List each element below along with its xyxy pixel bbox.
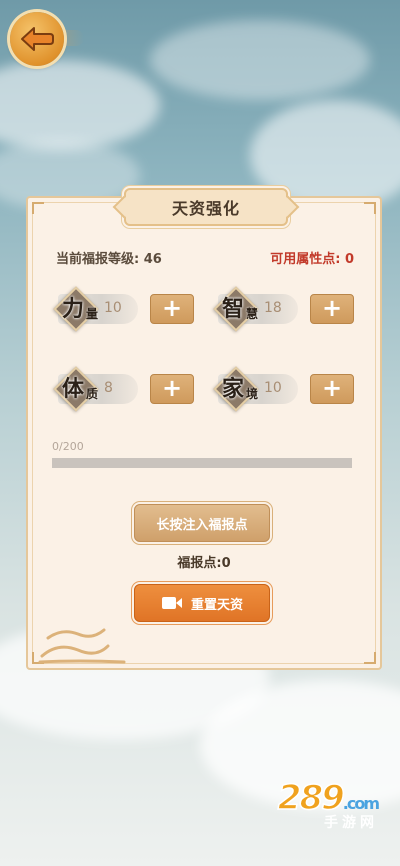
video-icon (161, 597, 182, 609)
corner-ornament (364, 202, 376, 214)
plus-icon: + (161, 294, 183, 322)
talent-panel: 天资强化 当前福报等级: 46 可用属性点: 0 力 量 10 + 智 慧 18… (26, 188, 382, 670)
add-family-button[interactable]: + (310, 374, 354, 404)
add-wisdom-button[interactable]: + (310, 294, 354, 324)
fortune-level: 当前福报等级: 46 (56, 252, 162, 267)
stat-char-small: 慧 (246, 307, 259, 321)
site-watermark: 289.com 手游网 (277, 777, 380, 832)
plus-icon: + (161, 374, 183, 402)
plus-icon: + (321, 374, 343, 402)
stat-char-big: 力 (62, 296, 85, 322)
stat-value: 10 (264, 380, 282, 396)
progress-label: 0/200 (52, 440, 84, 453)
back-button[interactable] (4, 12, 84, 66)
corner-ornament (32, 202, 44, 214)
reset-talent-button[interactable]: 重置天资 (134, 584, 270, 622)
stat-value: 18 (264, 300, 282, 316)
stat-value: 10 (104, 300, 122, 316)
fortune-points: 福报点:0 (177, 556, 231, 571)
plus-icon: + (321, 294, 343, 322)
available-points: 可用属性点: 0 (270, 252, 354, 267)
watermark-subtitle: 手游网 (324, 815, 378, 831)
progress-bar (52, 458, 352, 468)
add-strength-button[interactable]: + (150, 294, 194, 324)
stat-value: 8 (104, 380, 113, 396)
panel-title: 天资强化 (124, 188, 288, 226)
stat-char-small: 量 (86, 307, 99, 321)
cloud-swirl-ornament (38, 628, 126, 664)
back-arrow-icon (21, 27, 54, 51)
stat-char-small: 境 (246, 387, 259, 401)
stat-char-big: 家 (222, 376, 245, 402)
corner-ornament (364, 652, 376, 664)
stat-char-big: 智 (222, 296, 245, 322)
reset-label: 重置天资 (190, 597, 243, 613)
add-constitution-button[interactable]: + (150, 374, 194, 404)
stat-char-small: 质 (86, 387, 99, 401)
inject-fortune-button[interactable]: 长按注入福报点 (134, 504, 270, 542)
stat-char-big: 体 (62, 376, 85, 402)
